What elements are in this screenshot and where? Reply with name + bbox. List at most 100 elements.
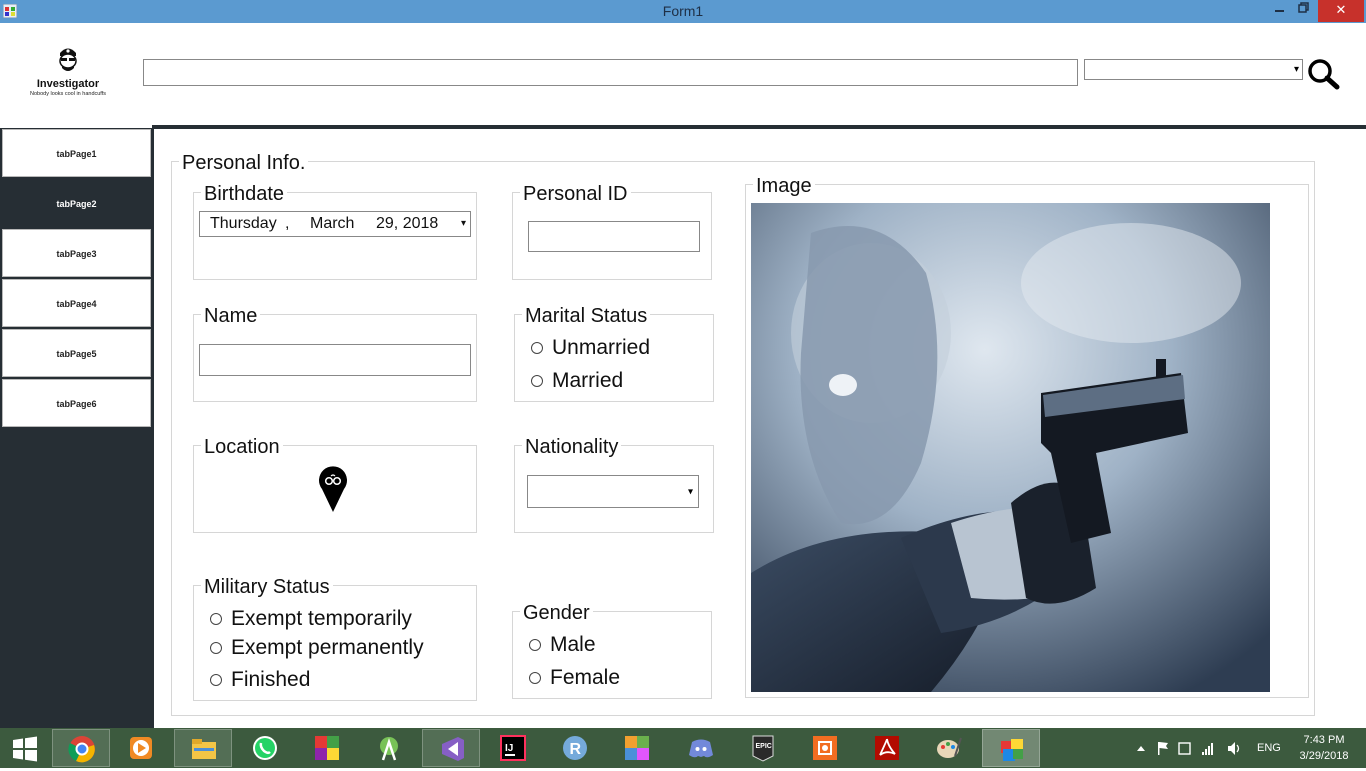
signal-icon xyxy=(1202,743,1213,755)
chrome-icon xyxy=(68,736,95,763)
taskbar-paint[interactable] xyxy=(920,729,978,767)
radio-circle-icon xyxy=(210,642,222,654)
birthdate-date: 29, 2018 xyxy=(376,215,439,232)
suspect-photo[interactable] xyxy=(751,203,1270,692)
windows-start-icon xyxy=(13,736,37,762)
taskbar: IJ R EPIC ENG 7:43 PM 3/29/2018 xyxy=(0,728,1366,768)
radio-finished-label: Finished xyxy=(231,668,311,691)
capture-icon xyxy=(813,736,837,760)
action-center-icon xyxy=(1158,742,1160,755)
chevron-down-icon: ▾ xyxy=(687,486,693,497)
volume-icon xyxy=(1228,742,1235,755)
show-hidden-icons-icon xyxy=(1137,746,1145,751)
radio-circle-icon xyxy=(210,613,222,625)
personal-info-title: Personal Info. xyxy=(179,153,309,173)
taskbar-rstudio[interactable]: R xyxy=(546,729,604,767)
radio-circle-icon xyxy=(531,375,543,387)
taskbar-whatsapp[interactable] xyxy=(236,729,294,767)
birthdate-label: Birthdate xyxy=(201,184,288,204)
birthdate-day: Thursday xyxy=(210,215,277,232)
taskbar-form-app[interactable] xyxy=(982,729,1040,767)
name-label: Name xyxy=(201,306,261,326)
taskbar-visual-studio[interactable] xyxy=(422,729,480,767)
restore-icon xyxy=(1298,2,1309,13)
clock[interactable]: 7:43 PM 3/29/2018 xyxy=(1294,728,1354,768)
taskbar-intellij[interactable]: IJ xyxy=(484,729,542,767)
marital-status-label: Marital Status xyxy=(522,306,651,326)
close-icon: ✕ xyxy=(1335,2,1347,17)
personal-id-label: Personal ID xyxy=(520,184,631,204)
form-app-icon xyxy=(1001,739,1023,761)
intellij-icon: IJ xyxy=(500,735,526,761)
winforms-icon xyxy=(315,736,339,760)
tab-page-1[interactable]: tabPage1 xyxy=(2,129,151,177)
system-tray xyxy=(1135,728,1255,768)
minimize-button[interactable] xyxy=(1267,0,1293,22)
language-indicator[interactable]: ENG xyxy=(1257,742,1281,756)
maximize-button[interactable] xyxy=(1291,0,1317,22)
svg-text:R: R xyxy=(570,741,582,758)
whatsapp-icon xyxy=(253,736,277,760)
search-icon xyxy=(1308,59,1340,90)
discord-icon xyxy=(689,739,713,758)
search-button[interactable] xyxy=(1306,57,1342,91)
military-status-label: Military Status xyxy=(201,577,333,597)
taskbar-android-studio[interactable] xyxy=(360,729,418,767)
media-player-icon xyxy=(130,737,152,759)
tab-page-2[interactable]: tabPage2 xyxy=(2,179,151,227)
logo-name: Investigator xyxy=(36,78,100,90)
tab-page-4[interactable]: tabPage4 xyxy=(2,279,151,327)
logo-slogan: Nobody looks cool in handcuffs xyxy=(29,91,107,97)
taskbar-media-player[interactable] xyxy=(112,729,170,767)
name-input[interactable] xyxy=(199,344,471,376)
suspect-photo-image xyxy=(751,203,1270,692)
birthdate-picker[interactable]: Thursday , March 29, 2018 ▾ xyxy=(199,211,471,237)
radio-female-label: Female xyxy=(550,666,621,689)
image-label: Image xyxy=(753,176,815,196)
radio-circle-icon xyxy=(529,639,541,651)
visual-studio-icon xyxy=(442,737,464,761)
taskbar-acrobat[interactable] xyxy=(858,729,916,767)
start-button[interactable] xyxy=(0,729,52,767)
taskbar-chrome[interactable] xyxy=(52,729,110,767)
chevron-down-icon: ▾ xyxy=(1293,64,1299,75)
sidebar: tabPage1 tabPage2 tabPage3 tabPage4 tabP… xyxy=(0,128,154,728)
close-button[interactable]: ✕ xyxy=(1318,0,1364,22)
nationality-select[interactable]: ▾ xyxy=(527,475,699,508)
header-divider xyxy=(152,125,1366,129)
map-pin-icon xyxy=(319,466,347,512)
radio-exempt-temporarily-label: Exempt temporarily xyxy=(231,607,412,630)
search-filter-select[interactable]: ▾ xyxy=(1084,59,1303,80)
birthdate-month: March xyxy=(310,215,355,232)
tab-page-3[interactable]: tabPage3 xyxy=(2,229,151,277)
paint-icon xyxy=(937,737,962,758)
personal-id-input[interactable] xyxy=(528,221,700,252)
acrobat-icon xyxy=(875,736,899,760)
investigator-logo-icon xyxy=(59,48,77,71)
app-logo: Investigator Nobody looks cool in handcu… xyxy=(18,44,118,100)
taskbar-capture[interactable] xyxy=(796,729,854,767)
tab-page-6[interactable]: tabPage6 xyxy=(2,379,151,427)
clock-time: 7:43 PM xyxy=(1303,734,1345,746)
file-explorer-icon xyxy=(192,739,216,759)
rstudio-icon: R xyxy=(563,736,587,760)
minimize-icon xyxy=(1275,10,1284,12)
taskbar-winforms[interactable] xyxy=(298,729,356,767)
taskbar-file-explorer[interactable] xyxy=(174,729,232,767)
radio-exempt-permanently-label: Exempt permanently xyxy=(231,636,424,659)
title-bar: Form1 ✕ xyxy=(0,0,1366,23)
radio-married-label: Married xyxy=(552,369,624,392)
tray-icons xyxy=(1137,742,1240,755)
epic-games-icon: EPIC xyxy=(752,735,774,762)
location-pin-button[interactable] xyxy=(318,465,348,513)
radio-circle-icon xyxy=(210,674,222,686)
tab-page-5[interactable]: tabPage5 xyxy=(2,329,151,377)
chevron-down-icon: ▾ xyxy=(460,218,466,229)
location-label: Location xyxy=(201,437,283,457)
taskbar-epic-games[interactable]: EPIC xyxy=(734,729,792,767)
android-studio-icon xyxy=(380,737,398,761)
taskbar-discord[interactable] xyxy=(672,729,730,767)
taskbar-mfc[interactable] xyxy=(608,729,666,767)
search-input[interactable] xyxy=(143,59,1078,86)
gender-label: Gender xyxy=(520,603,593,623)
